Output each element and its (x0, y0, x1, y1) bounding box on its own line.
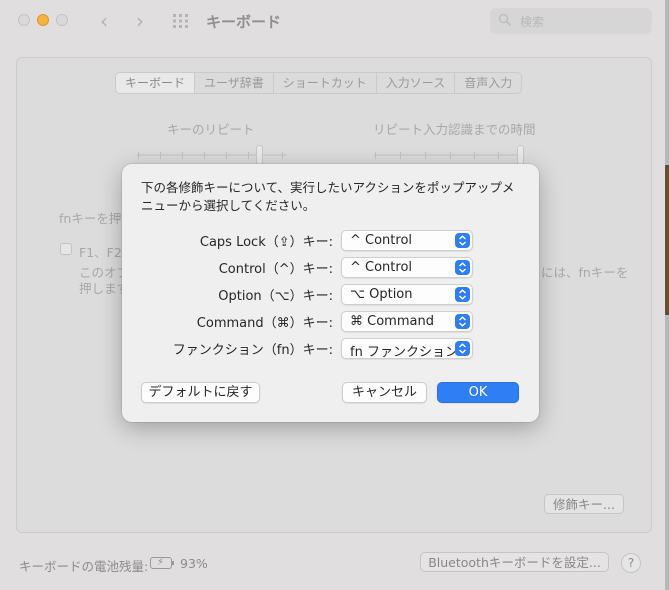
tab-input-sources[interactable]: 入力ソース (377, 73, 456, 93)
tab-keyboard[interactable]: キーボード (116, 73, 196, 93)
setup-bluetooth-keyboard-button[interactable]: Bluetoothキーボードを設定... (420, 552, 609, 572)
forward-chevron-icon[interactable]: › (130, 9, 150, 33)
modifier-keys-dialog: 下の各修飾キーについて、実行したいアクションをポップアップメニューから選択してく… (122, 164, 539, 422)
f-keys-label: F1、F2 (79, 245, 122, 260)
help-button[interactable]: ? (621, 553, 641, 573)
updown-chevron-icon (455, 260, 470, 275)
search-icon (498, 13, 512, 31)
slider-tick (248, 152, 249, 159)
fn-key-label: fnキーを押 (59, 211, 122, 226)
key-repeat-slider-knob[interactable] (256, 145, 263, 165)
battery-icon: ⚡ (150, 557, 174, 569)
slider-tick (204, 152, 205, 159)
slider-tick (474, 152, 475, 159)
slider-tick (160, 152, 161, 159)
slider-tick (400, 152, 401, 159)
keyboard-preferences-window: ‹ › キーボード 検索 キーボード ユーザ辞書 ショートカット 入力ソース 音… (0, 0, 666, 590)
cancel-button[interactable]: キャンセル (342, 382, 427, 403)
command-key-value: ⌘ Command (350, 314, 434, 329)
slider-tick (425, 152, 426, 159)
ok-button[interactable]: OK (437, 382, 519, 403)
f-keys-checkbox[interactable] (60, 243, 72, 255)
repeat-delay-slider[interactable] (374, 154, 524, 156)
search-placeholder: 検索 (520, 15, 545, 29)
updown-chevron-icon (455, 287, 470, 302)
tab-shortcuts[interactable]: ショートカット (274, 73, 377, 93)
function-key-label: ファンクション（fn）キー: (172, 343, 333, 358)
command-key-popup[interactable]: ⌘ Command (341, 311, 473, 332)
title-bar: ‹ › キーボード 検索 (0, 0, 665, 44)
battery-level-label: キーボードの電池残量: (19, 559, 149, 574)
slider-tick (182, 152, 183, 159)
slider-tick (138, 152, 139, 159)
tab-dictation[interactable]: 音声入力 (455, 73, 521, 93)
updown-chevron-icon (455, 314, 470, 329)
option-key-popup[interactable]: ⌥ Option (341, 284, 473, 305)
command-key-label: Command（⌘）キー: (196, 316, 333, 331)
desktop-wallpaper-fragment (665, 165, 669, 315)
search-field[interactable]: 検索 (490, 8, 652, 34)
slider-tick (450, 152, 451, 159)
control-key-value: ^ Control (350, 260, 413, 275)
back-chevron-icon[interactable]: ‹ (94, 9, 114, 33)
caps-lock-key-popup[interactable]: ^ Control (341, 230, 473, 251)
option-key-value: ⌥ Option (350, 287, 413, 302)
control-key-popup[interactable]: ^ Control (341, 257, 473, 278)
dialog-message: 下の各修飾キーについて、実行したいアクションをポップアップメニューから選択してく… (141, 180, 515, 213)
slider-tick (226, 152, 227, 159)
tab-bar: キーボード ユーザ辞書 ショートカット 入力ソース 音声入力 (115, 72, 523, 94)
zoom-window-button[interactable] (56, 14, 68, 26)
slider-tick (282, 152, 283, 159)
close-window-button[interactable] (18, 14, 30, 26)
desktop-edge (665, 0, 669, 590)
minimize-window-button[interactable] (37, 14, 49, 26)
function-key-value: fn ファンクション (350, 345, 458, 360)
slider-tick (375, 152, 376, 159)
tab-user-dictionary[interactable]: ユーザ辞書 (195, 73, 274, 93)
updown-chevron-icon (455, 341, 470, 356)
repeat-delay-slider-knob[interactable] (517, 145, 524, 165)
restore-defaults-button[interactable]: デフォルトに戻す (141, 382, 260, 403)
bolt-icon: ⚡ (157, 557, 165, 568)
caps-lock-key-value: ^ Control (350, 233, 413, 248)
repeat-delay-label: リピート入力認識までの時間 (373, 122, 536, 137)
window-title: キーボード (206, 13, 282, 31)
option-description-right: には、fnキーを (541, 265, 629, 280)
modifier-keys-button[interactable]: 修飾キー... (544, 494, 624, 514)
battery-percentage: 93% (180, 556, 208, 571)
caps-lock-key-label: Caps Lock（⇪）キー: (199, 235, 333, 250)
control-key-label: Control（^）キー: (218, 262, 333, 277)
function-key-popup[interactable]: fn ファンクション (341, 338, 473, 360)
updown-chevron-icon (455, 233, 470, 248)
show-all-grid-icon[interactable] (172, 13, 190, 29)
slider-tick (498, 152, 499, 159)
key-repeat-label: キーのリピート (167, 122, 255, 137)
option-key-label: Option（⌥）キー: (218, 289, 333, 304)
